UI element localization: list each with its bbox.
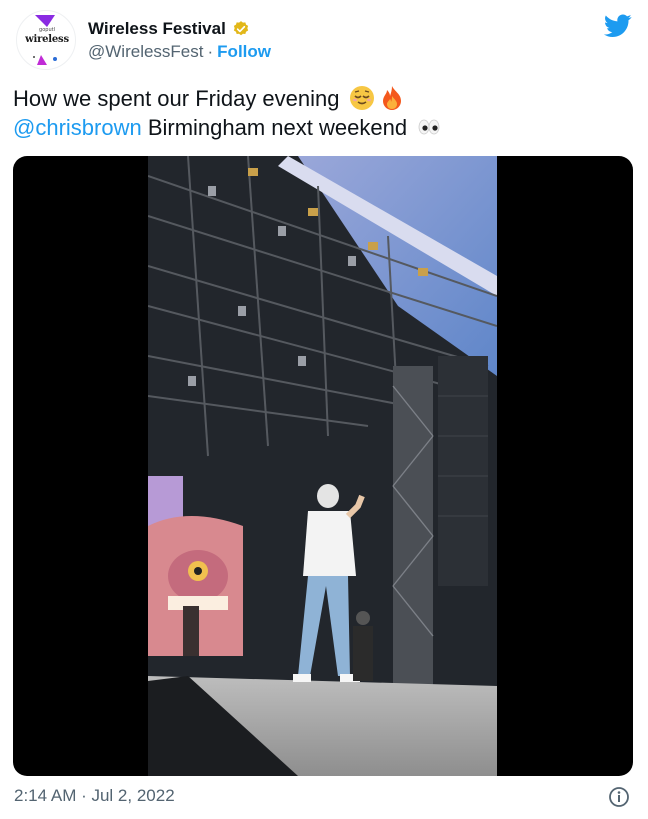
eyes-icon bbox=[418, 119, 440, 135]
mention-link[interactable]: @chrisbrown bbox=[13, 115, 142, 140]
tweet-line-2: @chrisbrown Birmingham next weekend bbox=[13, 113, 633, 142]
media-container[interactable] bbox=[13, 156, 633, 776]
handle-row: @WirelessFest · Follow bbox=[88, 42, 271, 62]
tweet-text-line1: How we spent our Friday evening bbox=[13, 86, 340, 111]
follow-button[interactable]: Follow bbox=[217, 42, 271, 62]
tweet-timestamp[interactable]: 2:14 AM · Jul 2, 2022 bbox=[14, 786, 175, 806]
tweet-text: How we spent our Friday evening @chrisbr… bbox=[13, 84, 633, 142]
name-row: Wireless Festival bbox=[88, 18, 250, 40]
display-name[interactable]: Wireless Festival bbox=[88, 19, 226, 39]
handle[interactable]: @WirelessFest bbox=[88, 42, 204, 62]
fire-icon bbox=[382, 86, 401, 110]
video-player[interactable] bbox=[148, 156, 497, 776]
twitter-bird-icon[interactable] bbox=[604, 14, 632, 38]
info-icon[interactable] bbox=[608, 786, 630, 808]
relieved-face-icon bbox=[349, 86, 374, 110]
tweet-line-1: How we spent our Friday evening bbox=[13, 84, 633, 113]
tweet-header: goputl wireless Wireless Festival @Wirel… bbox=[12, 8, 636, 72]
separator-dot: · bbox=[207, 42, 214, 61]
verified-badge-icon bbox=[233, 21, 248, 36]
logo-shapes-icon bbox=[33, 55, 57, 65]
logo-triangle-icon bbox=[35, 15, 55, 27]
avatar-small-text: goputl bbox=[39, 27, 55, 33]
tweet-text-line2: Birmingham next weekend bbox=[147, 115, 408, 140]
avatar[interactable]: goputl wireless bbox=[16, 10, 76, 70]
avatar-logo-text: wireless bbox=[25, 34, 69, 45]
stage-scene-icon bbox=[148, 156, 497, 776]
